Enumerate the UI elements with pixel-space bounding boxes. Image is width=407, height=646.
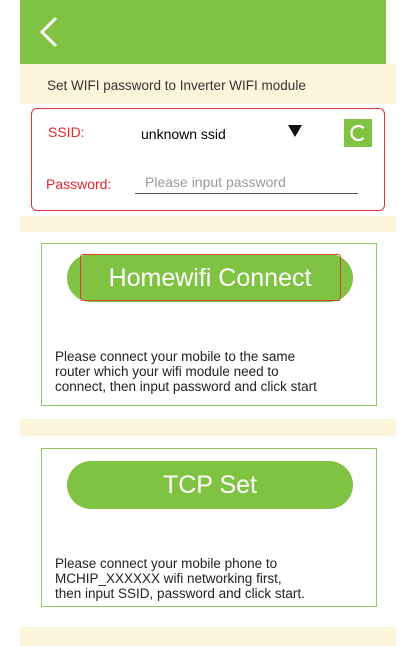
separator-band bbox=[20, 627, 396, 646]
tcp-set-button[interactable]: TCP Set bbox=[67, 461, 353, 509]
ssid-select[interactable]: unknown ssid bbox=[141, 126, 226, 142]
refresh-icon bbox=[350, 124, 365, 142]
page-subtitle: Set WIFI password to Inverter WIFI modul… bbox=[47, 78, 306, 93]
back-chevron-icon[interactable] bbox=[34, 14, 64, 50]
separator-band bbox=[20, 216, 396, 232]
homewifi-connect-button[interactable]: Homewifi Connect bbox=[67, 254, 353, 302]
refresh-ssid-button[interactable] bbox=[344, 119, 372, 147]
dropdown-triangle-icon[interactable] bbox=[287, 124, 303, 138]
header-bar bbox=[20, 0, 386, 64]
password-input[interactable] bbox=[135, 170, 358, 194]
password-label: Password: bbox=[46, 176, 112, 192]
homewifi-description: Please connect your mobile to the same r… bbox=[55, 349, 317, 394]
tcp-description: Please connect your mobile phone to MCHI… bbox=[55, 556, 305, 601]
separator-band bbox=[20, 419, 396, 436]
ssid-label: SSID: bbox=[48, 124, 85, 140]
